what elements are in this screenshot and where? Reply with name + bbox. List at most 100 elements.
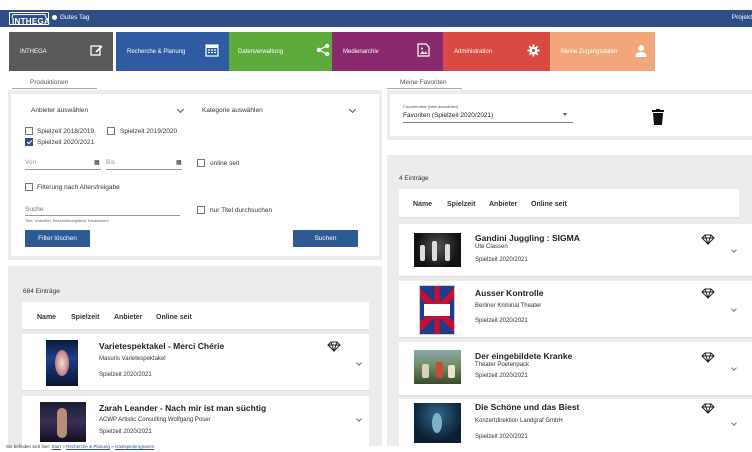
user-greeting[interactable]: Gutes Tag [52,14,90,21]
breadcrumb-research[interactable]: Recherche & Planung [66,444,110,449]
favorite-row[interactable]: Gandini Juggling : SIGMA Ute Classen Spi… [399,224,752,277]
project-link[interactable]: Projekt [732,14,752,21]
favorite-season: Spielzeit 2020/2021 [475,257,528,263]
production-title[interactable]: Zarah Leander - Nach mir ist man süchtig [99,403,266,413]
provider-select[interactable]: Anbieter auswählen [31,107,88,114]
column-online-since[interactable]: Online seit [531,201,567,208]
column-season[interactable]: Spielzeit [447,201,475,208]
breadcrumb-program[interactable]: Gastspielprogramm [115,444,154,449]
expand-chevron-icon[interactable] [356,360,362,366]
favorite-title[interactable]: Die Schöne und das Biest [475,402,580,412]
from-date-input[interactable]: Von [25,159,36,166]
title-only-label: nur Titel durchsuchen [210,207,273,214]
favorite-row[interactable]: Ausser Kontrolle Berliner Kriminal Theat… [399,281,752,338]
favorite-provider: Berliner Kriminal Theater [475,303,542,309]
chevron-down-icon[interactable] [348,105,357,114]
nav-tile-media[interactable]: Medienarchiv [332,32,449,71]
inthega-logo[interactable]: INTHEGA [9,12,50,26]
favorite-diamond-icon[interactable] [701,352,715,363]
nav-tile-label: Recherche & Planung [127,49,186,55]
search-button[interactable]: Suchen [293,230,358,247]
expand-chevron-icon[interactable] [731,420,737,426]
user-icon [634,43,648,57]
favorites-select-underline [403,122,573,123]
favorites-list-select[interactable]: Favoriten (Spielzeit 2020/2021) [403,112,493,119]
expand-chevron-icon[interactable] [356,416,362,422]
age-filter-checkbox[interactable] [25,183,33,191]
nav-tile-data[interactable]: Datenverwaltung [229,32,340,71]
favorite-diamond-icon[interactable] [701,288,715,299]
search-input[interactable]: Suche [25,206,43,213]
nav-tile-inthega[interactable]: INTHEGA [9,32,113,71]
favorites-panel: 4 Einträge Name Spielzeit Anbieter Onlin… [387,155,752,446]
calendar-icon[interactable]: ▦ [94,159,100,166]
title-only-checkbox[interactable] [197,206,205,214]
production-row[interactable]: Varietespektakel - Merci Chérie Masuris … [22,334,369,391]
expand-chevron-icon[interactable] [731,306,737,312]
production-row[interactable]: Zarah Leander - Nach mir ist man süchtig… [22,396,369,446]
favorite-diamond-icon[interactable] [701,403,715,414]
top-bar: INTHEGA Gutes Tag Projekt [0,10,752,27]
favorites-count: 4 Einträge [399,175,429,182]
production-season: Spielzeit 2020/2021 [99,372,152,378]
favorites-list-label: Favoritenliste (bitte auswählen) [403,104,459,109]
column-provider[interactable]: Anbieter [114,314,142,321]
chevron-down-icon[interactable] [176,105,185,114]
expand-chevron-icon[interactable] [731,247,737,253]
nav-tile-label: Meine Zugangsdaten [561,49,618,55]
nav-tile-admin[interactable]: Administration [443,32,554,71]
calendar-icon[interactable]: ▦ [176,159,182,166]
online-since-label: online seit [210,160,240,167]
image-file-icon [416,43,430,57]
to-date-input[interactable]: Bis [106,159,115,166]
age-filter-label: Filterung nach Altersfreigabe [37,184,120,191]
nav-tile-research[interactable]: Recherche & Planung [116,32,231,71]
season-2019-checkbox[interactable] [107,127,115,135]
favorites-selector-card: Favoritenliste (bitte auswählen) Favorit… [390,94,752,136]
favorite-provider: Theater Poetenpack [475,362,530,368]
search-hint: Titel, Untertitel, Beschreibungstext, Kl… [25,218,109,223]
nav-tile-account[interactable]: Meine Zugangsdaten [550,32,655,71]
favorite-season: Spielzeit 2020/2021 [475,318,528,324]
column-name[interactable]: Name [413,201,432,208]
favorites-table-header: Name Spielzeit Anbieter Online seit [399,189,739,218]
trash-icon[interactable] [652,109,664,125]
breadcrumb-start[interactable]: Start [52,444,62,449]
dropdown-arrow-icon[interactable] [563,113,567,116]
column-season[interactable]: Spielzeit [71,314,99,321]
favorite-thumbnail [414,233,461,267]
tab-productions[interactable]: Produktionen [30,79,68,86]
online-since-checkbox[interactable] [197,159,205,167]
favorite-row[interactable]: Der eingebildete Kranke Theater Poetenpa… [399,342,752,396]
productions-panel: 684 Einträge Name Spielzeit Anbieter Onl… [8,266,382,446]
nav-tile-label: Administration [454,49,493,55]
page-root: { "app": {"logo_text": "INTHEGA", "greet… [0,0,752,452]
production-provider: ACWP Artistic Consulting Wolfgang Poser [99,417,211,423]
production-thumbnail [46,340,78,386]
favorite-diamond-icon[interactable] [327,341,341,352]
share-icon [316,43,330,57]
favorite-title[interactable]: Der eingebildete Kranke [475,351,572,361]
production-title[interactable]: Varietespektakel - Merci Chérie [99,341,224,351]
tab-favorites[interactable]: Meine Favoriten [400,79,447,86]
favorite-diamond-icon[interactable] [701,234,715,245]
breadcrumb-prefix: Sie befinden sich hier: [6,444,51,449]
favorite-row[interactable]: Die Schöne und das Biest Konzertdirektio… [399,399,752,446]
favorite-title[interactable]: Ausser Kontrolle [475,288,544,298]
edit-icon [89,43,103,57]
gear-icon [526,43,540,57]
category-select[interactable]: Kategorie auswählen [202,107,263,114]
nav-tile-label: INTHEGA [20,49,47,55]
production-provider: Masuris Varietespektakel [99,356,166,362]
favorite-thumbnail [414,403,461,443]
clear-filter-button[interactable]: Filter löschen [25,230,90,247]
season-2018-checkbox[interactable] [25,127,33,135]
breadcrumb-separator: » [111,444,114,449]
favorite-provider: Ute Classen [475,244,508,250]
column-online-since[interactable]: Online seit [156,314,192,321]
column-provider[interactable]: Anbieter [489,201,517,208]
expand-chevron-icon[interactable] [731,365,737,371]
favorite-title[interactable]: Gandini Juggling : SIGMA [475,233,580,243]
season-2020-checkbox[interactable] [25,138,33,146]
column-name[interactable]: Name [37,314,56,321]
